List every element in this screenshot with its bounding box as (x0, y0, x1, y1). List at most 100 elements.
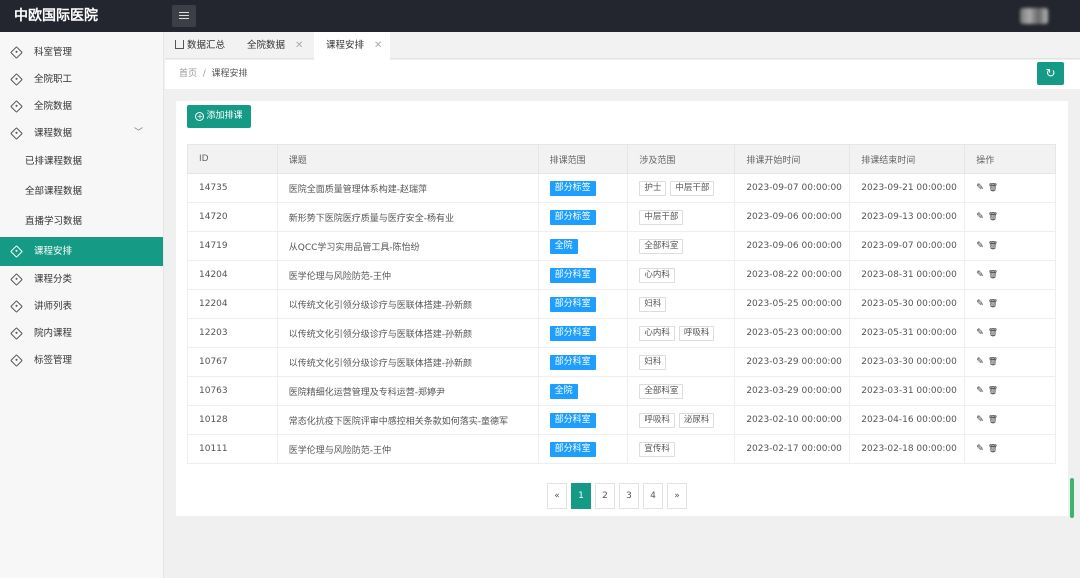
cell-scope: 部分科室 (537, 347, 629, 377)
tab-course-schedule[interactable]: 课程安排 ✕ (314, 32, 390, 60)
edit-icon[interactable]: ✎ (976, 328, 984, 338)
cell-start-time: 2023-05-23 00:00:00 (734, 318, 851, 348)
scope-badge: 部分科室 (549, 267, 596, 283)
cell-tags: 呼吸科 泌尿科 (627, 405, 736, 435)
delete-icon[interactable]: 🗑 (988, 299, 998, 308)
delete-icon[interactable]: 🗑 (988, 183, 998, 192)
sidebar-item[interactable]: 课程数据 ﹀ (0, 120, 163, 147)
cell-tags: 心内科 (627, 260, 736, 290)
scope-badge: 全院 (549, 383, 578, 399)
delete-icon[interactable]: 🗑 (988, 212, 998, 221)
page-button[interactable]: 1 (571, 483, 591, 509)
tab-hospital-data[interactable]: 全院数据 ✕ (247, 32, 313, 59)
sidebar-item[interactable]: 科室管理 (0, 39, 163, 66)
cell-id: 10111 (187, 434, 278, 464)
table-row: 14720 新形势下医院医疗质量与医疗安全-杨有业 部分标签 中层干部 2023-09-… (187, 202, 1056, 232)
tab-bar: 数据汇总 全院数据 ✕ 课程安排 ✕ (165, 32, 1080, 60)
close-icon[interactable]: ✕ (295, 40, 303, 51)
cell-id: 10128 (187, 405, 278, 435)
scope-badge: 部分科室 (549, 441, 596, 457)
edit-icon[interactable]: ✎ (976, 357, 984, 367)
sidebar-item[interactable]: 课程分类 (0, 266, 163, 293)
edit-icon[interactable]: ✎ (976, 241, 984, 251)
plus-circle-icon: + (195, 112, 205, 121)
page-prev-button[interactable]: « (547, 483, 567, 509)
page-button[interactable]: 4 (643, 483, 663, 509)
delete-icon[interactable]: 🗑 (988, 415, 998, 424)
breadcrumb-home[interactable]: 首页 (179, 69, 197, 79)
cell-start-time: 2023-05-25 00:00:00 (734, 289, 851, 319)
sidebar-item-label: 全院数据 (34, 101, 73, 112)
chevron-down-icon[interactable]: ﹀ (134, 120, 143, 147)
breadcrumb-current: 课程安排 (211, 69, 248, 79)
delete-icon[interactable]: 🗑 (988, 270, 998, 279)
sidebar-subitem[interactable]: 已排课程数据 (0, 147, 163, 177)
cell-id: 10767 (187, 347, 278, 377)
edit-icon[interactable]: ✎ (976, 299, 984, 309)
edit-icon[interactable]: ✎ (976, 386, 984, 396)
edit-icon[interactable]: ✎ (976, 183, 984, 193)
cell-start-time: 2023-02-10 00:00:00 (734, 405, 851, 435)
page-button[interactable]: 3 (619, 483, 639, 509)
cell-id: 10763 (187, 376, 278, 406)
delete-icon[interactable]: 🗑 (988, 386, 998, 395)
cell-actions: ✎ 🗑 (964, 289, 1056, 319)
table-row: 14735 医院全面质量管理体系构建-赵瑞萍 部分标签 护士 中层干部 2023-09-0… (187, 173, 1056, 203)
delete-icon[interactable]: 🗑 (988, 241, 998, 250)
cell-end-time: 2023-03-31 00:00:00 (849, 376, 966, 406)
sidebar-item[interactable]: 课程安排 (0, 237, 163, 266)
column-header: 操作 (964, 144, 1056, 174)
cell-start-time: 2023-02-17 00:00:00 (734, 434, 851, 464)
add-schedule-button[interactable]: + 添加排课 (187, 105, 251, 128)
table-row: 12204 以传统文化引领分级诊疗与医联体搭建-孙新颜 部分科室 妇科 2023-05-… (187, 289, 1056, 319)
tab-data-summary[interactable]: 数据汇总 (175, 32, 237, 59)
sidebar-item[interactable]: 院内课程 (0, 320, 163, 347)
cell-tags: 护士 中层干部 (627, 173, 736, 203)
scope-badge: 部分科室 (549, 354, 596, 370)
sidebar-subitem[interactable]: 直播学习数据 (0, 207, 163, 237)
table-body: 14735 医院全面质量管理体系构建-赵瑞萍 部分标签 护士 中层干部 2023-09-0… (187, 173, 1056, 464)
delete-icon[interactable]: 🗑 (988, 328, 998, 337)
department-tag: 妇科 (639, 354, 667, 370)
edit-icon[interactable]: ✎ (976, 415, 984, 425)
cell-actions: ✎ 🗑 (964, 260, 1056, 290)
sidebar-item-label: 全部课程数据 (25, 186, 83, 197)
department-tag: 护士 (639, 180, 667, 196)
user-avatar[interactable] (1020, 8, 1048, 24)
department-tag: 心内科 (639, 267, 675, 283)
cell-actions: ✎ 🗑 (964, 202, 1056, 232)
sidebar-item[interactable]: 讲师列表 (0, 293, 163, 320)
diamond-icon (10, 73, 23, 86)
sidebar-item-label: 课程分类 (34, 274, 73, 285)
cell-scope: 部分科室 (537, 405, 629, 435)
page-button[interactable]: 2 (595, 483, 615, 509)
refresh-button[interactable]: ↻ (1037, 62, 1064, 85)
edit-icon[interactable]: ✎ (976, 212, 984, 222)
cell-tags: 妇科 (627, 289, 736, 319)
sidebar-item[interactable]: 标签管理 (0, 347, 163, 374)
add-schedule-label: 添加排课 (206, 111, 243, 121)
close-icon[interactable]: ✕ (374, 40, 382, 51)
edit-icon[interactable]: ✎ (976, 444, 984, 454)
scope-badge: 部分标签 (549, 180, 596, 196)
scrollbar[interactable] (1070, 478, 1074, 518)
hamburger-icon[interactable] (172, 5, 196, 27)
department-tag: 全部科室 (639, 383, 684, 399)
table-row: 10767 以传统文化引领分级诊疗与医联体搭建-孙新颜 部分科室 妇科 2023-03-… (187, 347, 1056, 377)
department-tag: 呼吸科 (639, 412, 675, 428)
table-row: 10763 医院精细化运营管理及专科运营-郑婷尹 全院 全部科室 2023-03-29 … (187, 376, 1056, 406)
delete-icon[interactable]: 🗑 (988, 444, 998, 453)
sidebar-subitem[interactable]: 全部课程数据 (0, 177, 163, 207)
cell-scope: 部分科室 (537, 260, 629, 290)
top-bar: 中欧国际医院 (0, 0, 1080, 32)
sidebar-item[interactable]: 全院数据 (0, 93, 163, 120)
cell-start-time: 2023-09-07 00:00:00 (734, 173, 851, 203)
sidebar-item[interactable]: 全院职工 (0, 66, 163, 93)
department-tag: 中层干部 (639, 209, 684, 225)
cell-tags: 全部科室 (627, 231, 736, 261)
sidebar-item-label: 科室管理 (34, 47, 73, 58)
delete-icon[interactable]: 🗑 (988, 357, 998, 366)
cell-title: 以传统文化引领分级诊疗与医联体搭建-孙新颜 (276, 289, 539, 319)
page-next-button[interactable]: » (667, 483, 687, 509)
edit-icon[interactable]: ✎ (976, 270, 984, 280)
